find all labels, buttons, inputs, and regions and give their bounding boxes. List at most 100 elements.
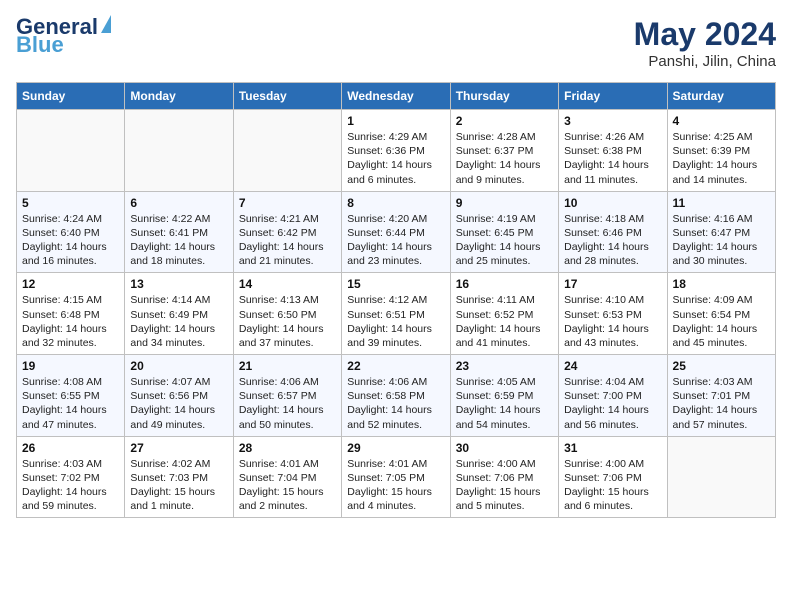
calendar-table: SundayMondayTuesdayWednesdayThursdayFrid… [16,82,776,518]
calendar-cell: 31 Sunrise: 4:00 AM Sunset: 7:06 PM Dayli… [559,436,667,518]
day-number: 20 [130,359,227,373]
calendar-cell [125,110,233,192]
day-detail: Sunrise: 4:03 AM Sunset: 7:02 PM Dayligh… [22,457,119,514]
calendar-cell: 25 Sunrise: 4:03 AM Sunset: 7:01 PM Dayli… [667,355,775,437]
calendar-cell: 17 Sunrise: 4:10 AM Sunset: 6:53 PM Dayli… [559,273,667,355]
calendar-cell: 5 Sunrise: 4:24 AM Sunset: 6:40 PM Daylig… [17,191,125,273]
day-detail: Sunrise: 4:19 AM Sunset: 6:45 PM Dayligh… [456,212,553,269]
day-number: 24 [564,359,661,373]
logo: General Blue [16,16,111,56]
calendar-cell: 26 Sunrise: 4:03 AM Sunset: 7:02 PM Dayli… [17,436,125,518]
calendar-cell: 4 Sunrise: 4:25 AM Sunset: 6:39 PM Daylig… [667,110,775,192]
day-number: 3 [564,114,661,128]
day-detail: Sunrise: 4:20 AM Sunset: 6:44 PM Dayligh… [347,212,444,269]
day-number: 18 [673,277,770,291]
day-detail: Sunrise: 4:05 AM Sunset: 6:59 PM Dayligh… [456,375,553,432]
day-detail: Sunrise: 4:21 AM Sunset: 6:42 PM Dayligh… [239,212,336,269]
day-detail: Sunrise: 4:06 AM Sunset: 6:57 PM Dayligh… [239,375,336,432]
calendar-week-row: 26 Sunrise: 4:03 AM Sunset: 7:02 PM Dayli… [17,436,776,518]
day-number: 21 [239,359,336,373]
calendar-cell: 9Sunrise: 4:19 AM Sunset: 6:45 PM Daylig… [450,191,558,273]
calendar-cell: 1Sunrise: 4:29 AM Sunset: 6:36 PM Daylig… [342,110,450,192]
weekday-header-thursday: Thursday [450,83,558,110]
day-number: 5 [22,196,119,210]
day-detail: Sunrise: 4:08 AM Sunset: 6:55 PM Dayligh… [22,375,119,432]
weekday-header-row: SundayMondayTuesdayWednesdayThursdayFrid… [17,83,776,110]
day-detail: Sunrise: 4:06 AM Sunset: 6:58 PM Dayligh… [347,375,444,432]
day-detail: Sunrise: 4:00 AM Sunset: 7:06 PM Dayligh… [564,457,661,514]
day-number: 23 [456,359,553,373]
day-number: 29 [347,441,444,455]
weekday-header-saturday: Saturday [667,83,775,110]
calendar-cell: 18 Sunrise: 4:09 AM Sunset: 6:54 PM Dayli… [667,273,775,355]
day-number: 4 [673,114,770,128]
calendar-week-row: 12 Sunrise: 4:15 AM Sunset: 6:48 PM Dayli… [17,273,776,355]
day-number: 12 [22,277,119,291]
day-detail: Sunrise: 4:12 AM Sunset: 6:51 PM Dayligh… [347,293,444,350]
page-header: General Blue May 2024 Panshi, Jilin, Chi… [16,16,776,70]
calendar-cell: 6Sunrise: 4:22 AM Sunset: 6:41 PM Daylig… [125,191,233,273]
day-number: 22 [347,359,444,373]
calendar-cell [233,110,341,192]
logo-blue-text: Blue [16,34,64,56]
day-detail: Sunrise: 4:04 AM Sunset: 7:00 PM Dayligh… [564,375,661,432]
weekday-header-friday: Friday [559,83,667,110]
day-detail: Sunrise: 4:22 AM Sunset: 6:41 PM Dayligh… [130,212,227,269]
day-number: 15 [347,277,444,291]
weekday-header-monday: Monday [125,83,233,110]
day-number: 8 [347,196,444,210]
day-detail: Sunrise: 4:25 AM Sunset: 6:39 PM Dayligh… [673,130,770,187]
day-detail: Sunrise: 4:28 AM Sunset: 6:37 PM Dayligh… [456,130,553,187]
day-number: 17 [564,277,661,291]
weekday-header-wednesday: Wednesday [342,83,450,110]
day-number: 2 [456,114,553,128]
day-number: 7 [239,196,336,210]
day-detail: Sunrise: 4:16 AM Sunset: 6:47 PM Dayligh… [673,212,770,269]
day-number: 10 [564,196,661,210]
day-detail: Sunrise: 4:07 AM Sunset: 6:56 PM Dayligh… [130,375,227,432]
day-detail: Sunrise: 4:10 AM Sunset: 6:53 PM Dayligh… [564,293,661,350]
day-number: 16 [456,277,553,291]
calendar-cell: 30 Sunrise: 4:00 AM Sunset: 7:06 PM Dayli… [450,436,558,518]
day-number: 28 [239,441,336,455]
weekday-header-tuesday: Tuesday [233,83,341,110]
calendar-cell [667,436,775,518]
day-number: 19 [22,359,119,373]
day-number: 30 [456,441,553,455]
calendar-cell: 10 Sunrise: 4:18 AM Sunset: 6:46 PM Dayli… [559,191,667,273]
day-number: 27 [130,441,227,455]
calendar-cell: 23 Sunrise: 4:05 AM Sunset: 6:59 PM Dayli… [450,355,558,437]
day-number: 31 [564,441,661,455]
day-detail: Sunrise: 4:13 AM Sunset: 6:50 PM Dayligh… [239,293,336,350]
day-detail: Sunrise: 4:15 AM Sunset: 6:48 PM Dayligh… [22,293,119,350]
day-detail: Sunrise: 4:24 AM Sunset: 6:40 PM Dayligh… [22,212,119,269]
calendar-cell: 2 Sunrise: 4:28 AM Sunset: 6:37 PM Daylig… [450,110,558,192]
calendar-cell: 13Sunrise: 4:14 AM Sunset: 6:49 PM Dayli… [125,273,233,355]
month-title: May 2024 [634,16,776,53]
weekday-header-sunday: Sunday [17,83,125,110]
calendar-cell: 15 Sunrise: 4:12 AM Sunset: 6:51 PM Dayli… [342,273,450,355]
calendar-cell: 3 Sunrise: 4:26 AM Sunset: 6:38 PM Daylig… [559,110,667,192]
calendar-week-row: 1Sunrise: 4:29 AM Sunset: 6:36 PM Daylig… [17,110,776,192]
day-detail: Sunrise: 4:18 AM Sunset: 6:46 PM Dayligh… [564,212,661,269]
day-detail: Sunrise: 4:01 AM Sunset: 7:04 PM Dayligh… [239,457,336,514]
calendar-cell: 24 Sunrise: 4:04 AM Sunset: 7:00 PM Dayli… [559,355,667,437]
calendar-cell: 8 Sunrise: 4:20 AM Sunset: 6:44 PM Daylig… [342,191,450,273]
day-number: 26 [22,441,119,455]
day-number: 11 [673,196,770,210]
calendar-cell: 16Sunrise: 4:11 AM Sunset: 6:52 PM Dayli… [450,273,558,355]
calendar-cell: 7 Sunrise: 4:21 AM Sunset: 6:42 PM Daylig… [233,191,341,273]
day-detail: Sunrise: 4:26 AM Sunset: 6:38 PM Dayligh… [564,130,661,187]
day-detail: Sunrise: 4:00 AM Sunset: 7:06 PM Dayligh… [456,457,553,514]
day-detail: Sunrise: 4:02 AM Sunset: 7:03 PM Dayligh… [130,457,227,514]
day-number: 13 [130,277,227,291]
day-detail: Sunrise: 4:03 AM Sunset: 7:01 PM Dayligh… [673,375,770,432]
calendar-week-row: 5 Sunrise: 4:24 AM Sunset: 6:40 PM Daylig… [17,191,776,273]
calendar-cell: 20 Sunrise: 4:07 AM Sunset: 6:56 PM Dayli… [125,355,233,437]
calendar-cell [17,110,125,192]
day-number: 25 [673,359,770,373]
day-detail: Sunrise: 4:09 AM Sunset: 6:54 PM Dayligh… [673,293,770,350]
day-number: 14 [239,277,336,291]
calendar-cell: 21 Sunrise: 4:06 AM Sunset: 6:57 PM Dayli… [233,355,341,437]
calendar-cell: 22 Sunrise: 4:06 AM Sunset: 6:58 PM Dayli… [342,355,450,437]
